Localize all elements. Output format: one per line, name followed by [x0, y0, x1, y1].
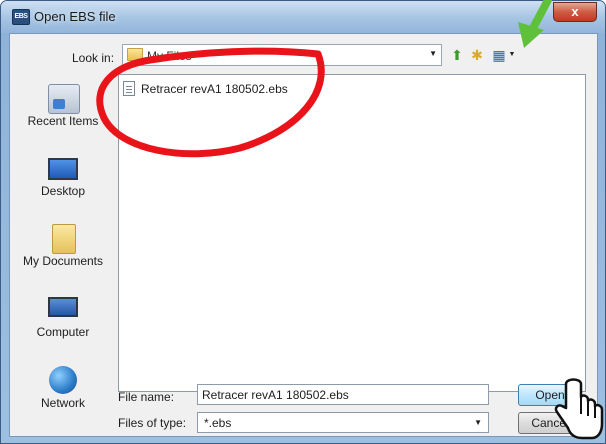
file-type-label: Files of type:	[118, 416, 187, 430]
recent-items-icon	[48, 84, 80, 114]
place-label: Network	[40, 396, 85, 410]
places-bar: Recent Items Desktop My Documents Comput…	[14, 78, 112, 418]
new-folder-icon: ✱	[471, 47, 483, 63]
file-type-dropdown[interactable]: *.ebs ▼	[197, 412, 489, 433]
network-icon	[49, 366, 77, 394]
place-network[interactable]: Network	[14, 360, 112, 428]
place-label: Computer	[36, 325, 90, 339]
place-label: Recent Items	[27, 114, 99, 128]
place-label: My Documents	[22, 254, 104, 268]
new-folder-button[interactable]: ✱	[468, 46, 486, 64]
file-type-value: *.ebs	[204, 416, 232, 430]
look-in-value: My Files	[147, 49, 192, 63]
file-item-name: Retracer revA1 180502.ebs	[141, 82, 288, 96]
file-name-input[interactable]	[197, 384, 489, 405]
desktop-icon	[48, 158, 78, 180]
folder-icon	[127, 48, 143, 61]
view-grid-icon: ▦	[492, 47, 506, 63]
up-folder-icon: ⬆	[451, 47, 463, 63]
title-bar[interactable]: EBS Open EBS file x	[1, 1, 605, 33]
open-file-dialog: EBS Open EBS file x Look in: My Files ▼ …	[0, 0, 606, 444]
hand-cursor-icon	[554, 378, 604, 440]
file-list[interactable]: Retracer revA1 180502.ebs	[118, 74, 586, 392]
view-menu-button[interactable]: ▦	[490, 46, 508, 64]
my-documents-icon	[52, 224, 76, 254]
document-icon	[123, 81, 135, 96]
place-recent-items[interactable]: Recent Items	[14, 78, 112, 146]
file-name-label: File name:	[118, 390, 175, 404]
dialog-body: Look in: My Files ▼ ⬆ ✱ ▦ ▼ Recent Items	[9, 33, 598, 437]
view-menu-dropdown[interactable]: ▼	[508, 46, 516, 64]
up-folder-button[interactable]: ⬆	[448, 46, 466, 64]
close-button[interactable]: x	[553, 2, 597, 22]
chevron-down-icon: ▼	[429, 49, 437, 58]
place-label: Desktop	[40, 184, 86, 198]
app-icon: EBS	[12, 9, 30, 25]
computer-icon	[48, 297, 78, 317]
place-computer[interactable]: Computer	[14, 289, 112, 357]
chevron-down-icon: ▼	[508, 51, 516, 58]
place-desktop[interactable]: Desktop	[14, 148, 112, 216]
look-in-label: Look in:	[72, 51, 115, 65]
place-my-documents[interactable]: My Documents	[14, 218, 112, 286]
chevron-down-icon: ▼	[474, 418, 482, 427]
look-in-dropdown[interactable]: My Files ▼	[122, 44, 442, 66]
window-title: Open EBS file	[34, 9, 116, 24]
